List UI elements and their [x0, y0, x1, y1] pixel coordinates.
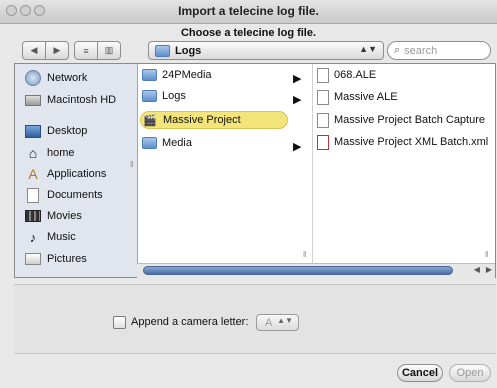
item-label: Massive Project	[163, 114, 241, 126]
home-icon: ⌂	[28, 145, 38, 161]
back-button[interactable]: ◀	[22, 41, 46, 60]
column-2-item-massive-ale[interactable]: Massive ALE	[317, 87, 398, 107]
music-icon: ♪	[29, 229, 37, 245]
applications-icon: A	[28, 166, 38, 182]
column-2-item-batch-capture[interactable]: Massive Project Batch Capture	[317, 110, 485, 130]
sidebar-item-applications[interactable]: A Applications	[25, 164, 106, 184]
sidebar-item-desktop[interactable]: Desktop	[25, 121, 87, 141]
camera-letter-checkbox[interactable]	[113, 316, 126, 329]
horizontal-scrollbar[interactable]: ◀ ▶	[137, 263, 495, 278]
item-label: Massive Project XML Batch.xml	[334, 136, 489, 148]
location-label: Logs	[175, 44, 202, 57]
xml-document-icon	[317, 134, 329, 150]
scrollbar-thumb[interactable]	[143, 266, 453, 275]
location-popup[interactable]: Logs ▲▼	[148, 41, 384, 60]
column-1-item-media[interactable]: Media	[142, 133, 192, 153]
sidebar-item-label: Desktop	[47, 125, 88, 137]
folder-icon	[142, 69, 157, 81]
column-view-button[interactable]: ▥	[97, 41, 121, 60]
column-1: 24PMedia ▶ Logs ▶ 🎬 Massive Project Medi…	[138, 64, 312, 277]
sidebar-item-home[interactable]: ⌂ home	[25, 143, 75, 163]
cancel-button[interactable]: Cancel	[397, 364, 443, 382]
search-field[interactable]: ⌕ search	[387, 41, 491, 60]
sidebar-item-movies[interactable]: Movies	[25, 206, 82, 226]
list-view-button[interactable]: ≡	[74, 41, 98, 60]
view-mode-control: ≡ ▥	[74, 41, 121, 60]
movies-icon	[25, 210, 41, 222]
import-dialog-window: Import a telecine log file. Choose a tel…	[0, 0, 497, 388]
sidebar-item-label: Documents	[47, 189, 103, 201]
disclosure-arrow-icon: ▶	[293, 94, 302, 106]
open-button[interactable]: Open	[449, 364, 491, 382]
popup-arrows-icon: ▲▼	[359, 44, 377, 54]
file-browser: Network Macintosh HD Desktop ⌂ home A Ap…	[14, 63, 496, 278]
document-icon	[317, 67, 329, 83]
folder-icon	[142, 137, 157, 149]
window-title: Import a telecine log file.	[178, 4, 319, 18]
options-area	[14, 284, 496, 354]
desktop-icon	[25, 124, 41, 138]
column-resize-handle[interactable]: ‖	[485, 250, 488, 259]
search-placeholder: search	[404, 44, 438, 57]
scroll-left-icon[interactable]: ◀	[474, 265, 480, 274]
sidebar-item-network[interactable]: Network	[25, 68, 87, 88]
folder-icon	[155, 44, 170, 57]
camera-letter-value: A	[265, 316, 273, 329]
item-label: 24PMedia	[162, 69, 212, 81]
sidebar-item-label: Movies	[47, 210, 82, 222]
sidebar-item-pictures[interactable]: Pictures	[25, 249, 87, 269]
item-label: Massive ALE	[334, 91, 398, 103]
scroll-arrows: ◀ ▶	[474, 265, 492, 274]
sidebar-item-macintosh-hd[interactable]: Macintosh HD	[25, 90, 116, 110]
column-1-item-massive-project[interactable]: 🎬 Massive Project	[142, 110, 241, 130]
column-resize-handle[interactable]: ‖	[303, 250, 306, 259]
search-icon: ⌕	[394, 44, 401, 56]
hard-drive-icon	[25, 94, 41, 106]
item-label: Media	[162, 137, 192, 149]
item-label: Massive Project Batch Capture	[334, 114, 486, 126]
list-view-icon: ≡	[83, 45, 89, 56]
document-icon	[317, 89, 329, 105]
dialog-prompt: Choose a telecine log file.	[180, 27, 317, 39]
column-view-icon: ▥	[104, 45, 114, 55]
folder-icon	[142, 90, 157, 102]
sidebar-item-documents[interactable]: Documents	[25, 185, 103, 205]
sidebar-resize-handle[interactable]: ‖	[130, 160, 133, 169]
sidebar: Network Macintosh HD Desktop ⌂ home A Ap…	[15, 64, 138, 277]
globe-icon	[25, 70, 41, 86]
column-2: 068.ALE Massive ALE Massive Project Batc…	[313, 64, 495, 277]
back-arrow-icon: ◀	[30, 45, 38, 55]
document-icon	[317, 112, 329, 128]
popup-arrows-icon: ▲▼	[277, 316, 293, 325]
sidebar-item-label: Applications	[47, 168, 107, 180]
item-label: 068.ALE	[334, 69, 377, 81]
project-file-icon: 🎬	[143, 114, 157, 127]
disclosure-arrow-icon: ▶	[293, 141, 302, 153]
forward-button[interactable]: ▶	[45, 41, 69, 60]
history-nav-control: ◀ ▶	[22, 41, 69, 60]
column-1-item-logs[interactable]: Logs	[142, 86, 186, 106]
column-1-item-24pmedia[interactable]: 24PMedia	[142, 65, 212, 85]
item-label: Logs	[162, 90, 186, 102]
sidebar-item-label: Music	[47, 231, 76, 243]
camera-letter-popup[interactable]: A ▲▼	[256, 314, 299, 331]
title-bar[interactable]: Import a telecine log file.	[0, 0, 497, 24]
sidebar-item-music[interactable]: ♪ Music	[25, 227, 76, 247]
sidebar-item-label: Network	[47, 72, 88, 84]
sidebar-item-label: Pictures	[47, 253, 87, 265]
pictures-icon	[25, 253, 41, 265]
documents-icon	[25, 187, 41, 203]
sidebar-item-label: home	[47, 147, 75, 159]
scroll-right-icon[interactable]: ▶	[486, 265, 492, 274]
forward-arrow-icon: ▶	[53, 45, 61, 55]
camera-letter-label: Append a camera letter:	[131, 316, 249, 328]
column-2-item-xml-batch[interactable]: Massive Project XML Batch.xml	[317, 132, 488, 152]
sidebar-item-label: Macintosh HD	[47, 94, 117, 106]
disclosure-arrow-icon: ▶	[293, 73, 302, 85]
column-2-item-068-ale[interactable]: 068.ALE	[317, 65, 376, 85]
